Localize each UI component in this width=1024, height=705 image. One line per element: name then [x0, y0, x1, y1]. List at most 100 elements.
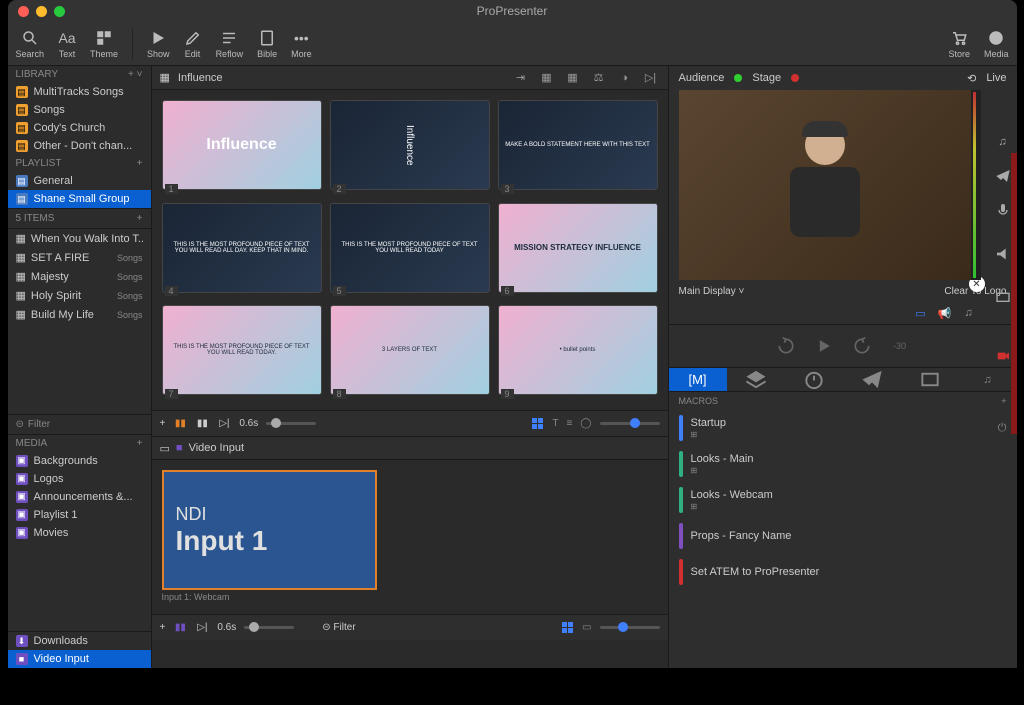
- screen-icon[interactable]: [995, 290, 1011, 306]
- library-add-button[interactable]: + ˅: [128, 69, 142, 80]
- preview-output[interactable]: [679, 90, 981, 280]
- mic-icon[interactable]: [995, 202, 1011, 218]
- slide-thumb[interactable]: Influence2: [330, 100, 490, 195]
- text-button[interactable]: Aa Text: [58, 29, 76, 59]
- zoom-slider[interactable]: [600, 422, 660, 425]
- slide-thumb[interactable]: Influence1: [162, 100, 322, 195]
- reflow-button[interactable]: Reflow: [216, 29, 244, 59]
- song-item[interactable]: ▦When You Walk Into T...: [8, 229, 151, 248]
- screen-layer-icon[interactable]: ▭: [913, 305, 929, 321]
- add-video-button[interactable]: +: [160, 622, 166, 633]
- media-button[interactable]: Media: [984, 29, 1009, 59]
- timer-icon[interactable]: ▦: [538, 69, 556, 87]
- filter-bar[interactable]: ⊝ Filter: [8, 414, 151, 434]
- macro-item[interactable]: Startup⊞ ⏻: [669, 410, 1017, 446]
- tab-props[interactable]: [901, 368, 959, 391]
- show-button[interactable]: Show: [147, 29, 170, 59]
- macro-item[interactable]: Props - Fancy Name: [669, 518, 1017, 554]
- minimize-window-button[interactable]: [36, 6, 47, 17]
- bible-button[interactable]: Bible: [257, 29, 277, 59]
- slide-thumb[interactable]: MISSION STRATEGY INFLUENCE6: [498, 203, 658, 298]
- grid-view-icon-2[interactable]: [562, 622, 574, 634]
- video-input-item[interactable]: ■Video Input: [8, 650, 151, 668]
- tab-macros[interactable]: [M]: [669, 368, 727, 391]
- next-icon-2[interactable]: ▷|: [195, 621, 209, 635]
- arrangement-icon[interactable]: ⇥: [512, 69, 530, 87]
- media-item[interactable]: ▣Announcements &...: [8, 488, 151, 506]
- expand-icon[interactable]: ◑: [616, 69, 634, 87]
- playlist-add-button[interactable]: +: [137, 158, 143, 169]
- playlist-item[interactable]: ▤Shane Small Group: [8, 190, 151, 208]
- macro-item[interactable]: Looks - Webcam⊞: [669, 482, 1017, 518]
- sequence-alt-icon[interactable]: ▮▮: [195, 417, 209, 431]
- tab-messages[interactable]: [843, 368, 901, 391]
- media-item[interactable]: ▣Playlist 1: [8, 506, 151, 524]
- slide-thumb[interactable]: MAKE A BOLD STATEMENT HERE WITH THIS TEX…: [498, 100, 658, 195]
- video-filter[interactable]: ⊝ Filter: [322, 622, 355, 633]
- library-item[interactable]: ▤MultiTracks Songs: [8, 83, 151, 101]
- easy-view-icon[interactable]: ◯: [580, 418, 591, 429]
- fullscreen-icon[interactable]: ▷|: [642, 69, 660, 87]
- list-view-icon-2[interactable]: ▭: [582, 622, 591, 633]
- skip-button[interactable]: -30: [890, 336, 910, 356]
- slide-thumb[interactable]: THIS IS THE MOST PROFOUND PIECE OF TEXT …: [162, 305, 322, 400]
- sequence-icon-2[interactable]: ▮▮: [173, 621, 187, 635]
- slide-thumb[interactable]: THIS IS THE MOST PROFOUND PIECE OF TEXT …: [162, 203, 322, 298]
- settings-icon[interactable]: ⚖: [590, 69, 608, 87]
- song-item[interactable]: ▦MajestySongs: [8, 267, 151, 286]
- tab-timers[interactable]: [785, 368, 843, 391]
- song-item[interactable]: ▦SET A FIRESongs: [8, 248, 151, 267]
- media-item[interactable]: ▣Movies: [8, 524, 151, 542]
- add-slide-button[interactable]: +: [160, 418, 166, 429]
- downloads-item[interactable]: ⬇Downloads: [8, 632, 151, 650]
- video-transition-slider[interactable]: [244, 626, 294, 629]
- items-add-button[interactable]: +: [137, 213, 143, 224]
- rewind-button[interactable]: [776, 336, 796, 356]
- macro-item[interactable]: Looks - Main⊞: [669, 446, 1017, 482]
- playlist-item[interactable]: ▤General: [8, 172, 151, 190]
- list-view-icon[interactable]: ≡: [566, 418, 572, 429]
- grid-icon[interactable]: ▦: [564, 69, 582, 87]
- presentation-header: ▦ Influence ⇥ ▦ ▦ ⚖ ◑ ▷|: [152, 66, 668, 90]
- media-add-button[interactable]: +: [137, 438, 143, 449]
- slide-thumb[interactable]: 3 LAYERS OF TEXT8: [330, 305, 490, 400]
- more-button[interactable]: ••• More: [291, 29, 312, 59]
- play-button[interactable]: [814, 336, 834, 356]
- library-item[interactable]: ▤Other - Don't chan...: [8, 137, 151, 155]
- song-item[interactable]: ▦Build My LifeSongs: [8, 305, 151, 324]
- slide-thumb[interactable]: • bullet points9: [498, 305, 658, 400]
- media-item[interactable]: ▣Logos: [8, 470, 151, 488]
- megaphone-icon[interactable]: [995, 246, 1011, 262]
- macro-item[interactable]: Set ATEM to ProPresenter: [669, 554, 1017, 590]
- record-icon[interactable]: [995, 348, 1011, 364]
- video-input-thumb[interactable]: NDI Input 1: [162, 470, 377, 590]
- display-selector[interactable]: Main Display ˅: [679, 286, 745, 297]
- music-layer-icon[interactable]: ♫: [961, 305, 977, 321]
- library-item[interactable]: ▤Cody's Church: [8, 119, 151, 137]
- tab-layers[interactable]: [727, 368, 785, 391]
- store-button[interactable]: Store: [948, 29, 970, 59]
- music-icon[interactable]: ♫: [995, 134, 1011, 150]
- power-icon[interactable]: ⏻: [998, 422, 1007, 435]
- sequence-icon[interactable]: ▮▮: [173, 417, 187, 431]
- megaphone-layer-icon[interactable]: 📢: [937, 305, 953, 321]
- song-item[interactable]: ▦Holy SpiritSongs: [8, 286, 151, 305]
- macros-add-button[interactable]: +: [1001, 396, 1006, 406]
- maximize-window-button[interactable]: [54, 6, 65, 17]
- grid-view-icon[interactable]: [532, 418, 544, 430]
- forward-button[interactable]: [852, 336, 872, 356]
- send-icon[interactable]: [995, 168, 1011, 184]
- search-button[interactable]: Search: [16, 29, 45, 59]
- text-icon: Aa: [58, 29, 76, 47]
- next-icon[interactable]: ▷|: [217, 417, 231, 431]
- text-view-icon[interactable]: T: [552, 418, 558, 429]
- zoom-slider-2[interactable]: [600, 626, 660, 629]
- link-icon[interactable]: ⟲: [967, 72, 976, 85]
- close-window-button[interactable]: [18, 6, 29, 17]
- media-item[interactable]: ▣Backgrounds: [8, 452, 151, 470]
- transition-slider[interactable]: [266, 422, 316, 425]
- theme-button[interactable]: Theme: [90, 29, 118, 59]
- library-item[interactable]: ▤Songs: [8, 101, 151, 119]
- slide-thumb[interactable]: THIS IS THE MOST PROFOUND PIECE OF TEXT …: [330, 203, 490, 298]
- edit-button[interactable]: Edit: [184, 29, 202, 59]
